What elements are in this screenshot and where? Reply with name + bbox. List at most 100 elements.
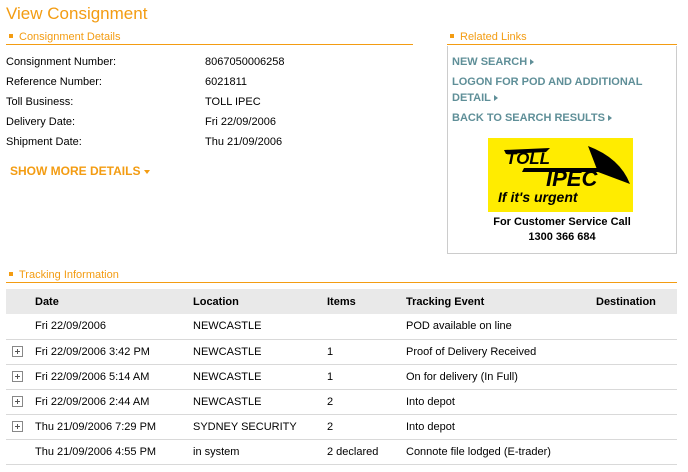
items-cell: 2 (327, 414, 406, 440)
event-cell: Into depot (406, 414, 596, 440)
page-title: View Consignment (6, 4, 148, 23)
delivery-date-value: Fri 22/09/2006 (205, 116, 276, 128)
location-cell: SYDNEY SECURITY (193, 414, 327, 440)
logon-pod-link[interactable]: LOGON FOR POD AND ADDITIONAL DETAIL (452, 74, 642, 106)
items-cell: 2 declared (327, 439, 406, 465)
destination-cell (596, 439, 677, 465)
detail-row: Shipment Date: Thu 21/09/2006 (6, 135, 406, 155)
table-row: Fri 22/09/2006 5:14 AM NEWCASTLE 1 On fo… (6, 364, 677, 390)
table-row: Thu 21/09/2006 4:55 PM in system 2 decla… (6, 439, 677, 465)
shipment-date-label: Shipment Date: (6, 136, 82, 148)
detail-row: Consignment Number: 8067050006258 (6, 55, 406, 75)
consignment-number-value: 8067050006258 (205, 56, 285, 68)
new-search-link[interactable]: NEW SEARCH (452, 54, 535, 70)
date-cell: Fri 22/09/2006 2:44 AM (35, 389, 193, 415)
consignment-details-heading: Consignment Details (19, 31, 121, 43)
logo-ipec-text: IPEC (546, 166, 598, 190)
date-cell: Fri 22/09/2006 5:14 AM (35, 364, 193, 390)
event-cell: On for delivery (In Full) (406, 364, 596, 390)
items-cell: 1 (327, 364, 406, 390)
tracking-info-header: Tracking Information (6, 269, 677, 283)
location-cell: NEWCASTLE (193, 364, 327, 390)
logon-pod-label-detail[interactable]: DETAIL (452, 92, 491, 104)
detail-row: Reference Number: 6021811 (6, 75, 406, 95)
new-search-label[interactable]: NEW SEARCH (452, 56, 527, 68)
table-row: Fri 22/09/2006 3:42 PM NEWCASTLE 1 Proof… (6, 339, 677, 365)
show-more-details-link[interactable]: SHOW MORE DETAILS (10, 164, 151, 178)
delivery-date-label: Delivery Date: (6, 116, 76, 128)
event-cell: Connote file lodged (E-trader) (406, 439, 596, 465)
logon-pod-label[interactable]: LOGON FOR POD AND ADDITIONAL (452, 76, 642, 88)
detail-row: Toll Business: TOLL IPEC (6, 95, 406, 115)
date-column-header[interactable]: Date (35, 289, 193, 314)
items-cell: 1 (327, 339, 406, 365)
bullet-icon (9, 272, 13, 277)
logo-swoosh-icon: TOLL IPEC (504, 146, 630, 190)
reference-number-value: 6021811 (205, 76, 248, 88)
expand-column-header (6, 289, 35, 314)
date-cell: Thu 21/09/2006 4:55 PM (35, 439, 193, 465)
consignment-details-header: Consignment Details (6, 31, 413, 45)
related-links-heading: Related Links (460, 31, 527, 43)
shipment-date-value: Thu 21/09/2006 (205, 136, 283, 148)
customer-service-label: For Customer Service Call (493, 216, 631, 228)
items-cell (327, 314, 406, 340)
location-cell: NEWCASTLE (193, 314, 327, 340)
toll-business-value: TOLL IPEC (205, 96, 261, 108)
table-row: Thu 21/09/2006 7:29 PM SYDNEY SECURITY 2… (6, 414, 677, 440)
event-cell: Into depot (406, 389, 596, 415)
detail-row: Delivery Date: Fri 22/09/2006 (6, 115, 406, 135)
customer-service-phone: 1300 366 684 (528, 231, 596, 243)
table-row: Fri 22/09/2006 2:44 AM NEWCASTLE 2 Into … (6, 389, 677, 415)
tracking-event-column-header[interactable]: Tracking Event (406, 289, 596, 314)
reference-number-label: Reference Number: (6, 76, 102, 88)
toll-ipec-logo: TOLL IPEC If it's urgent (488, 138, 633, 212)
date-cell: Thu 21/09/2006 7:29 PM (35, 414, 193, 440)
expand-cell (6, 389, 35, 415)
show-more-details-label[interactable]: SHOW MORE DETAILS (10, 164, 140, 178)
expand-cell (6, 339, 35, 365)
logo-toll-text: TOLL (506, 149, 550, 168)
location-column-header[interactable]: Location (193, 289, 327, 314)
event-cell: POD available on line (406, 314, 596, 340)
tracking-table: Date Location Items Tracking Event Desti… (6, 289, 677, 465)
event-cell: Proof of Delivery Received (406, 339, 596, 365)
destination-cell (596, 339, 677, 365)
location-cell: in system (193, 439, 327, 465)
back-to-results-link[interactable]: BACK TO SEARCH RESULTS (452, 110, 612, 126)
items-column-header[interactable]: Items (327, 289, 406, 314)
expand-cell (6, 314, 35, 340)
location-cell: NEWCASTLE (193, 389, 327, 415)
related-links-header: Related Links (447, 31, 677, 45)
destination-cell (596, 414, 677, 440)
caret-down-icon (144, 169, 151, 174)
items-cell: 2 (327, 389, 406, 415)
arrow-right-icon (608, 115, 612, 122)
expand-plus-icon[interactable] (12, 346, 23, 358)
bullet-icon (9, 34, 13, 39)
expand-cell (6, 364, 35, 390)
expand-cell (6, 414, 35, 440)
destination-cell (596, 364, 677, 390)
location-cell: NEWCASTLE (193, 339, 327, 365)
arrow-right-icon (530, 59, 535, 66)
tracking-info-heading: Tracking Information (19, 269, 119, 281)
back-to-results-label[interactable]: BACK TO SEARCH RESULTS (452, 112, 605, 124)
arrow-right-icon (493, 95, 498, 102)
date-cell: Fri 22/09/2006 3:42 PM (35, 339, 193, 365)
table-row: Fri 22/09/2006 NEWCASTLE POD available o… (6, 314, 677, 340)
toll-business-label: Toll Business: (6, 96, 74, 108)
date-cell: Fri 22/09/2006 (35, 314, 193, 340)
bullet-icon (450, 34, 454, 39)
destination-cell (596, 389, 677, 415)
expand-cell (6, 439, 35, 465)
expand-plus-icon[interactable] (12, 396, 23, 408)
expand-plus-icon[interactable] (12, 421, 23, 433)
consignment-number-label: Consignment Number: (6, 56, 117, 68)
destination-column-header[interactable]: Destination (596, 289, 677, 314)
logo-tagline: If it's urgent (498, 189, 578, 205)
destination-cell (596, 314, 677, 340)
tracking-table-header-row: Date Location Items Tracking Event Desti… (6, 289, 677, 314)
expand-plus-icon[interactable] (12, 371, 23, 383)
consignment-details: Consignment Number: 8067050006258 Refere… (6, 55, 406, 155)
